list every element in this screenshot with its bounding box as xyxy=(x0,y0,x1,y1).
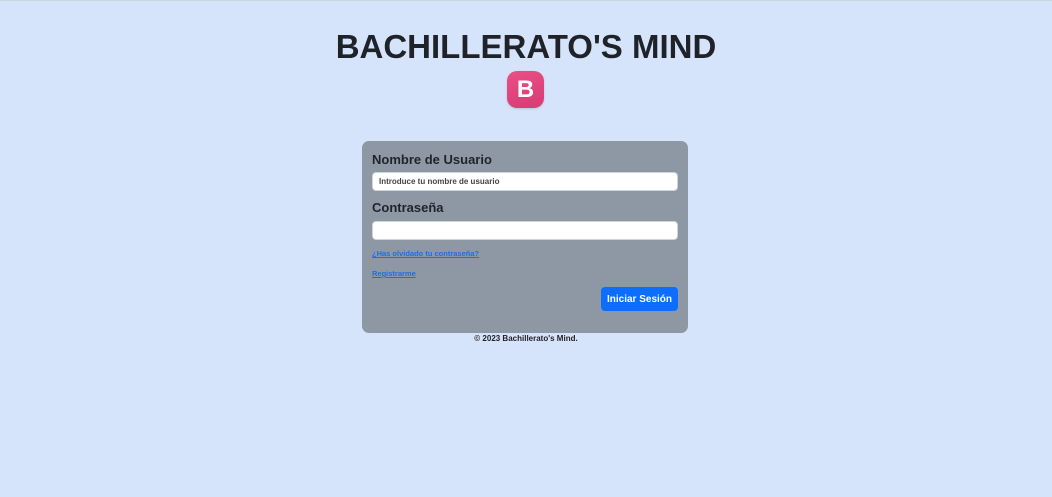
logo-letter: B xyxy=(516,75,535,103)
register-link[interactable]: Registrarme xyxy=(372,269,416,278)
login-button[interactable]: Iniciar Sesión xyxy=(601,287,678,311)
forgot-password-link[interactable]: ¿Has olvidado tu contraseña? xyxy=(372,249,479,258)
username-input[interactable] xyxy=(372,172,678,191)
password-input[interactable] xyxy=(372,221,678,240)
app-title: BACHILLERATO'S MIND xyxy=(335,28,717,65)
username-label: Nombre de Usuario xyxy=(372,152,492,167)
login-card: Nombre de Usuario Contraseña ¿Has olvida… xyxy=(362,141,688,333)
password-label: Contraseña xyxy=(372,200,444,215)
app-logo: B xyxy=(507,71,544,108)
footer-copyright: © 2023 Bachillerato's Mind. xyxy=(474,334,578,343)
